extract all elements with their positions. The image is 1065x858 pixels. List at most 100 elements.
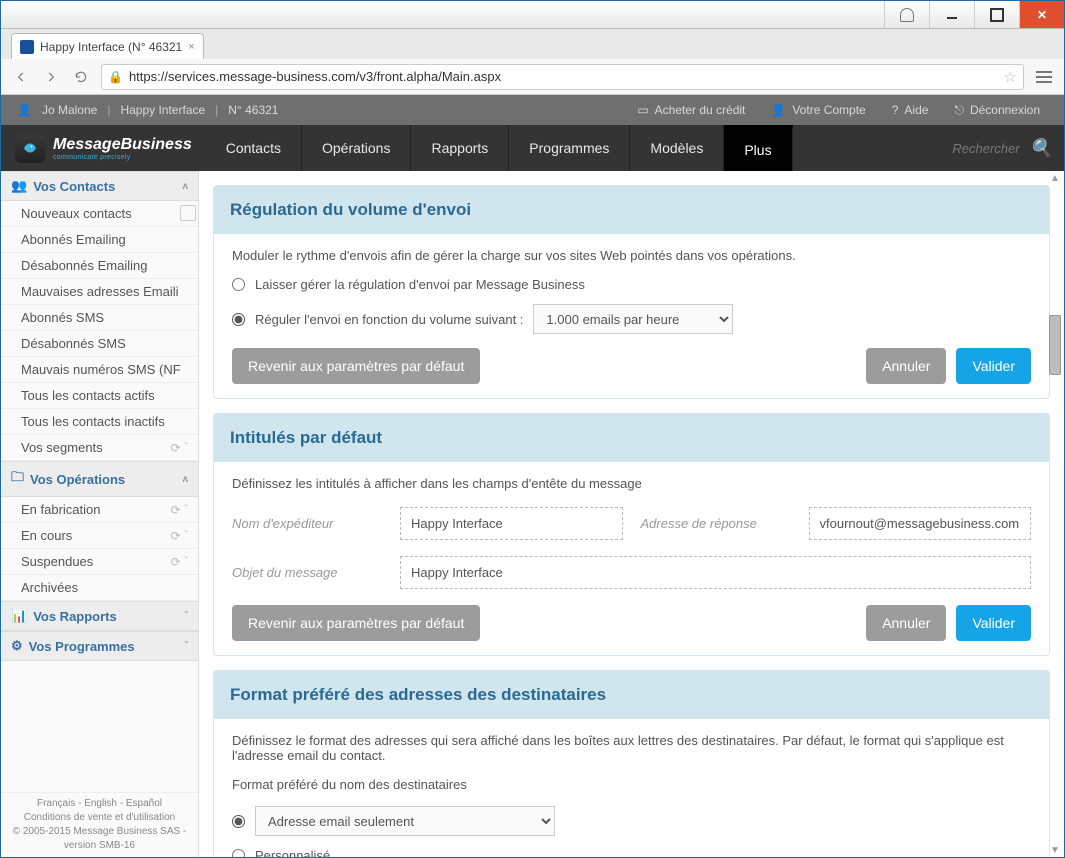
nav-operations[interactable]: Opérations [302, 125, 411, 171]
refresh-icon[interactable]: ⟳ [171, 503, 181, 517]
label-reply: Adresse de réponse [641, 516, 791, 531]
format-select[interactable]: Adresse email seulement [255, 806, 555, 836]
sidebar-section-operations[interactable]: 🗀Vos Opérationsʌ [1, 461, 198, 497]
footer-terms[interactable]: Conditions de vente et d'utilisation [3, 811, 196, 825]
sidebar-footer: Français - English - Español Conditions … [1, 792, 198, 857]
logout-link[interactable]: ⎋Déconnexion [946, 103, 1048, 118]
validate-button[interactable]: Valider [956, 348, 1031, 384]
main-nav: MessageBusinesscommunicate precisely Con… [1, 125, 1064, 171]
sidebar-item-op-archived[interactable]: Archivées [1, 575, 198, 601]
address-bar[interactable]: 🔒 ☆ [101, 64, 1024, 90]
user-name: Jo Malone [42, 103, 97, 117]
back-button[interactable] [11, 67, 31, 87]
radio-custom[interactable] [232, 849, 245, 857]
os-close-button[interactable] [1019, 1, 1064, 28]
nav-search[interactable]: Rechercher 🔍 [940, 125, 1064, 171]
refresh-icon[interactable]: ⟳ [171, 441, 181, 455]
sidebar-item-sms-subs[interactable]: Abonnés SMS [1, 305, 198, 331]
sidebar-item-bad-emails[interactable]: Mauvaises adresses Emaili [1, 279, 198, 305]
chevron-up-icon: ʌ [182, 181, 188, 192]
sidebar-item-active-contacts[interactable]: Tous les contacts actifs [1, 383, 198, 409]
logout-icon: ⎋ [954, 103, 964, 118]
sidebar-section-contacts[interactable]: 👥Vos Contactsʌ [1, 171, 198, 201]
panel-description: Moduler le rythme d'envois afin de gérer… [232, 248, 1031, 263]
sidebar: 👥Vos Contactsʌ Nouveaux contacts Abonnés… [1, 171, 199, 857]
panel-send-volume: Régulation du volume d'envoi Moduler le … [213, 185, 1050, 399]
forward-button[interactable] [41, 67, 61, 87]
scroll-up-icon[interactable]: ▲ [1048, 171, 1062, 185]
radio-manual-regulation[interactable] [232, 313, 245, 326]
nav-contacts[interactable]: Contacts [206, 125, 302, 171]
sidebar-item-bad-sms[interactable]: Mauvais numéros SMS (NF [1, 357, 198, 383]
reset-button[interactable]: Revenir aux paramètres par défaut [232, 348, 480, 384]
account-name: Happy Interface [120, 103, 205, 117]
os-titlebar [1, 1, 1064, 29]
refresh-icon[interactable]: ⟳ [171, 555, 181, 569]
panel-description: Définissez le format des adresses qui se… [232, 733, 1031, 763]
credit-card-icon: ▭ [637, 103, 648, 117]
radio-email-only[interactable] [232, 815, 245, 828]
radio-auto-regulation[interactable] [232, 278, 245, 291]
sidebar-item-email-unsubs[interactable]: Désabonnés Emailing [1, 253, 198, 279]
contacts-icon: 👥 [11, 178, 27, 194]
radio-auto-label: Laisser gérer la régulation d'envoi par … [255, 277, 585, 292]
buy-credit-link[interactable]: ▭Acheter du crédit [629, 103, 753, 117]
sidebar-section-programs[interactable]: ⚙Vos Programmesˇ [1, 631, 198, 661]
sidebar-item-op-draft[interactable]: En fabrication⟳ˇ [1, 497, 198, 523]
cancel-button[interactable]: Annuler [866, 605, 946, 641]
nav-reports[interactable]: Rapports [411, 125, 509, 171]
scroll-thumb[interactable] [1049, 315, 1061, 375]
help-link[interactable]: ?Aide [884, 103, 937, 117]
refresh-icon[interactable]: ⟳ [171, 529, 181, 543]
panel-description: Définissez les intitulés à afficher dans… [232, 476, 1031, 491]
label-sender: Nom d'expéditeur [232, 516, 382, 531]
footer-languages[interactable]: Français - English - Español [3, 797, 196, 811]
chevron-down-icon: ˇ [185, 504, 188, 515]
sidebar-item-op-running[interactable]: En cours⟳ˇ [1, 523, 198, 549]
content-area: Régulation du volume d'envoi Moduler le … [199, 171, 1064, 857]
chevron-down-icon: ˇ [185, 530, 188, 541]
sidebar-section-reports[interactable]: 📊Vos Rapportsˇ [1, 601, 198, 631]
sidebar-item-sms-unsubs[interactable]: Désabonnés SMS [1, 331, 198, 357]
sidebar-item-segments[interactable]: Vos segments⟳ˇ [1, 435, 198, 461]
help-icon: ? [892, 103, 899, 117]
tab-title: Happy Interface (N° 46321 [40, 40, 182, 54]
your-account-link[interactable]: 👤Votre Compte [763, 103, 873, 117]
search-placeholder: Rechercher [952, 141, 1019, 156]
sidebar-item-inactive-contacts[interactable]: Tous les contacts inactifs [1, 409, 198, 435]
sidebar-item-new-contacts[interactable]: Nouveaux contacts [1, 201, 198, 227]
chart-icon: 📊 [11, 608, 27, 624]
tab-close-icon[interactable]: × [188, 41, 194, 53]
input-sender[interactable] [400, 507, 623, 540]
input-reply[interactable] [809, 507, 1032, 540]
validate-button[interactable]: Valider [956, 605, 1031, 641]
cancel-button[interactable]: Annuler [866, 348, 946, 384]
nav-models[interactable]: Modèles [630, 125, 724, 171]
scroll-down-icon[interactable]: ▼ [1048, 843, 1062, 857]
panel-recipient-format: Format préféré des adresses des destinat… [213, 670, 1050, 857]
browser-tab[interactable]: Happy Interface (N° 46321 × [11, 33, 204, 59]
brand[interactable]: MessageBusinesscommunicate precisely [1, 125, 206, 171]
panel-title: Régulation du volume d'envoi [214, 186, 1049, 234]
person-icon: 👤 [771, 103, 786, 117]
reset-button[interactable]: Revenir aux paramètres par défaut [232, 605, 480, 641]
content-scrollbar[interactable]: ▲ ▼ [1048, 171, 1062, 857]
nav-more[interactable]: Plus [724, 125, 792, 171]
nav-programs[interactable]: Programmes [509, 125, 630, 171]
os-minimize-button[interactable] [929, 1, 974, 28]
os-user-button[interactable] [884, 1, 929, 28]
panel-subheading: Format préféré du nom des destinataires [232, 777, 1031, 792]
sidebar-item-op-suspended[interactable]: Suspendues⟳ˇ [1, 549, 198, 575]
sidebar-item-email-subs[interactable]: Abonnés Emailing [1, 227, 198, 253]
favicon-icon [20, 40, 34, 54]
reload-button[interactable] [71, 67, 91, 87]
input-subject[interactable] [400, 556, 1031, 589]
lock-icon: 🔒 [108, 70, 123, 84]
rate-select[interactable]: 1.000 emails par heure [533, 304, 733, 334]
browser-menu-button[interactable] [1034, 67, 1054, 87]
os-maximize-button[interactable] [974, 1, 1019, 28]
url-input[interactable] [129, 69, 998, 84]
bookmark-star-icon[interactable]: ☆ [1004, 68, 1017, 86]
search-icon: 🔍 [1030, 138, 1052, 159]
radio-manual-label: Réguler l'envoi en fonction du volume su… [255, 312, 523, 327]
